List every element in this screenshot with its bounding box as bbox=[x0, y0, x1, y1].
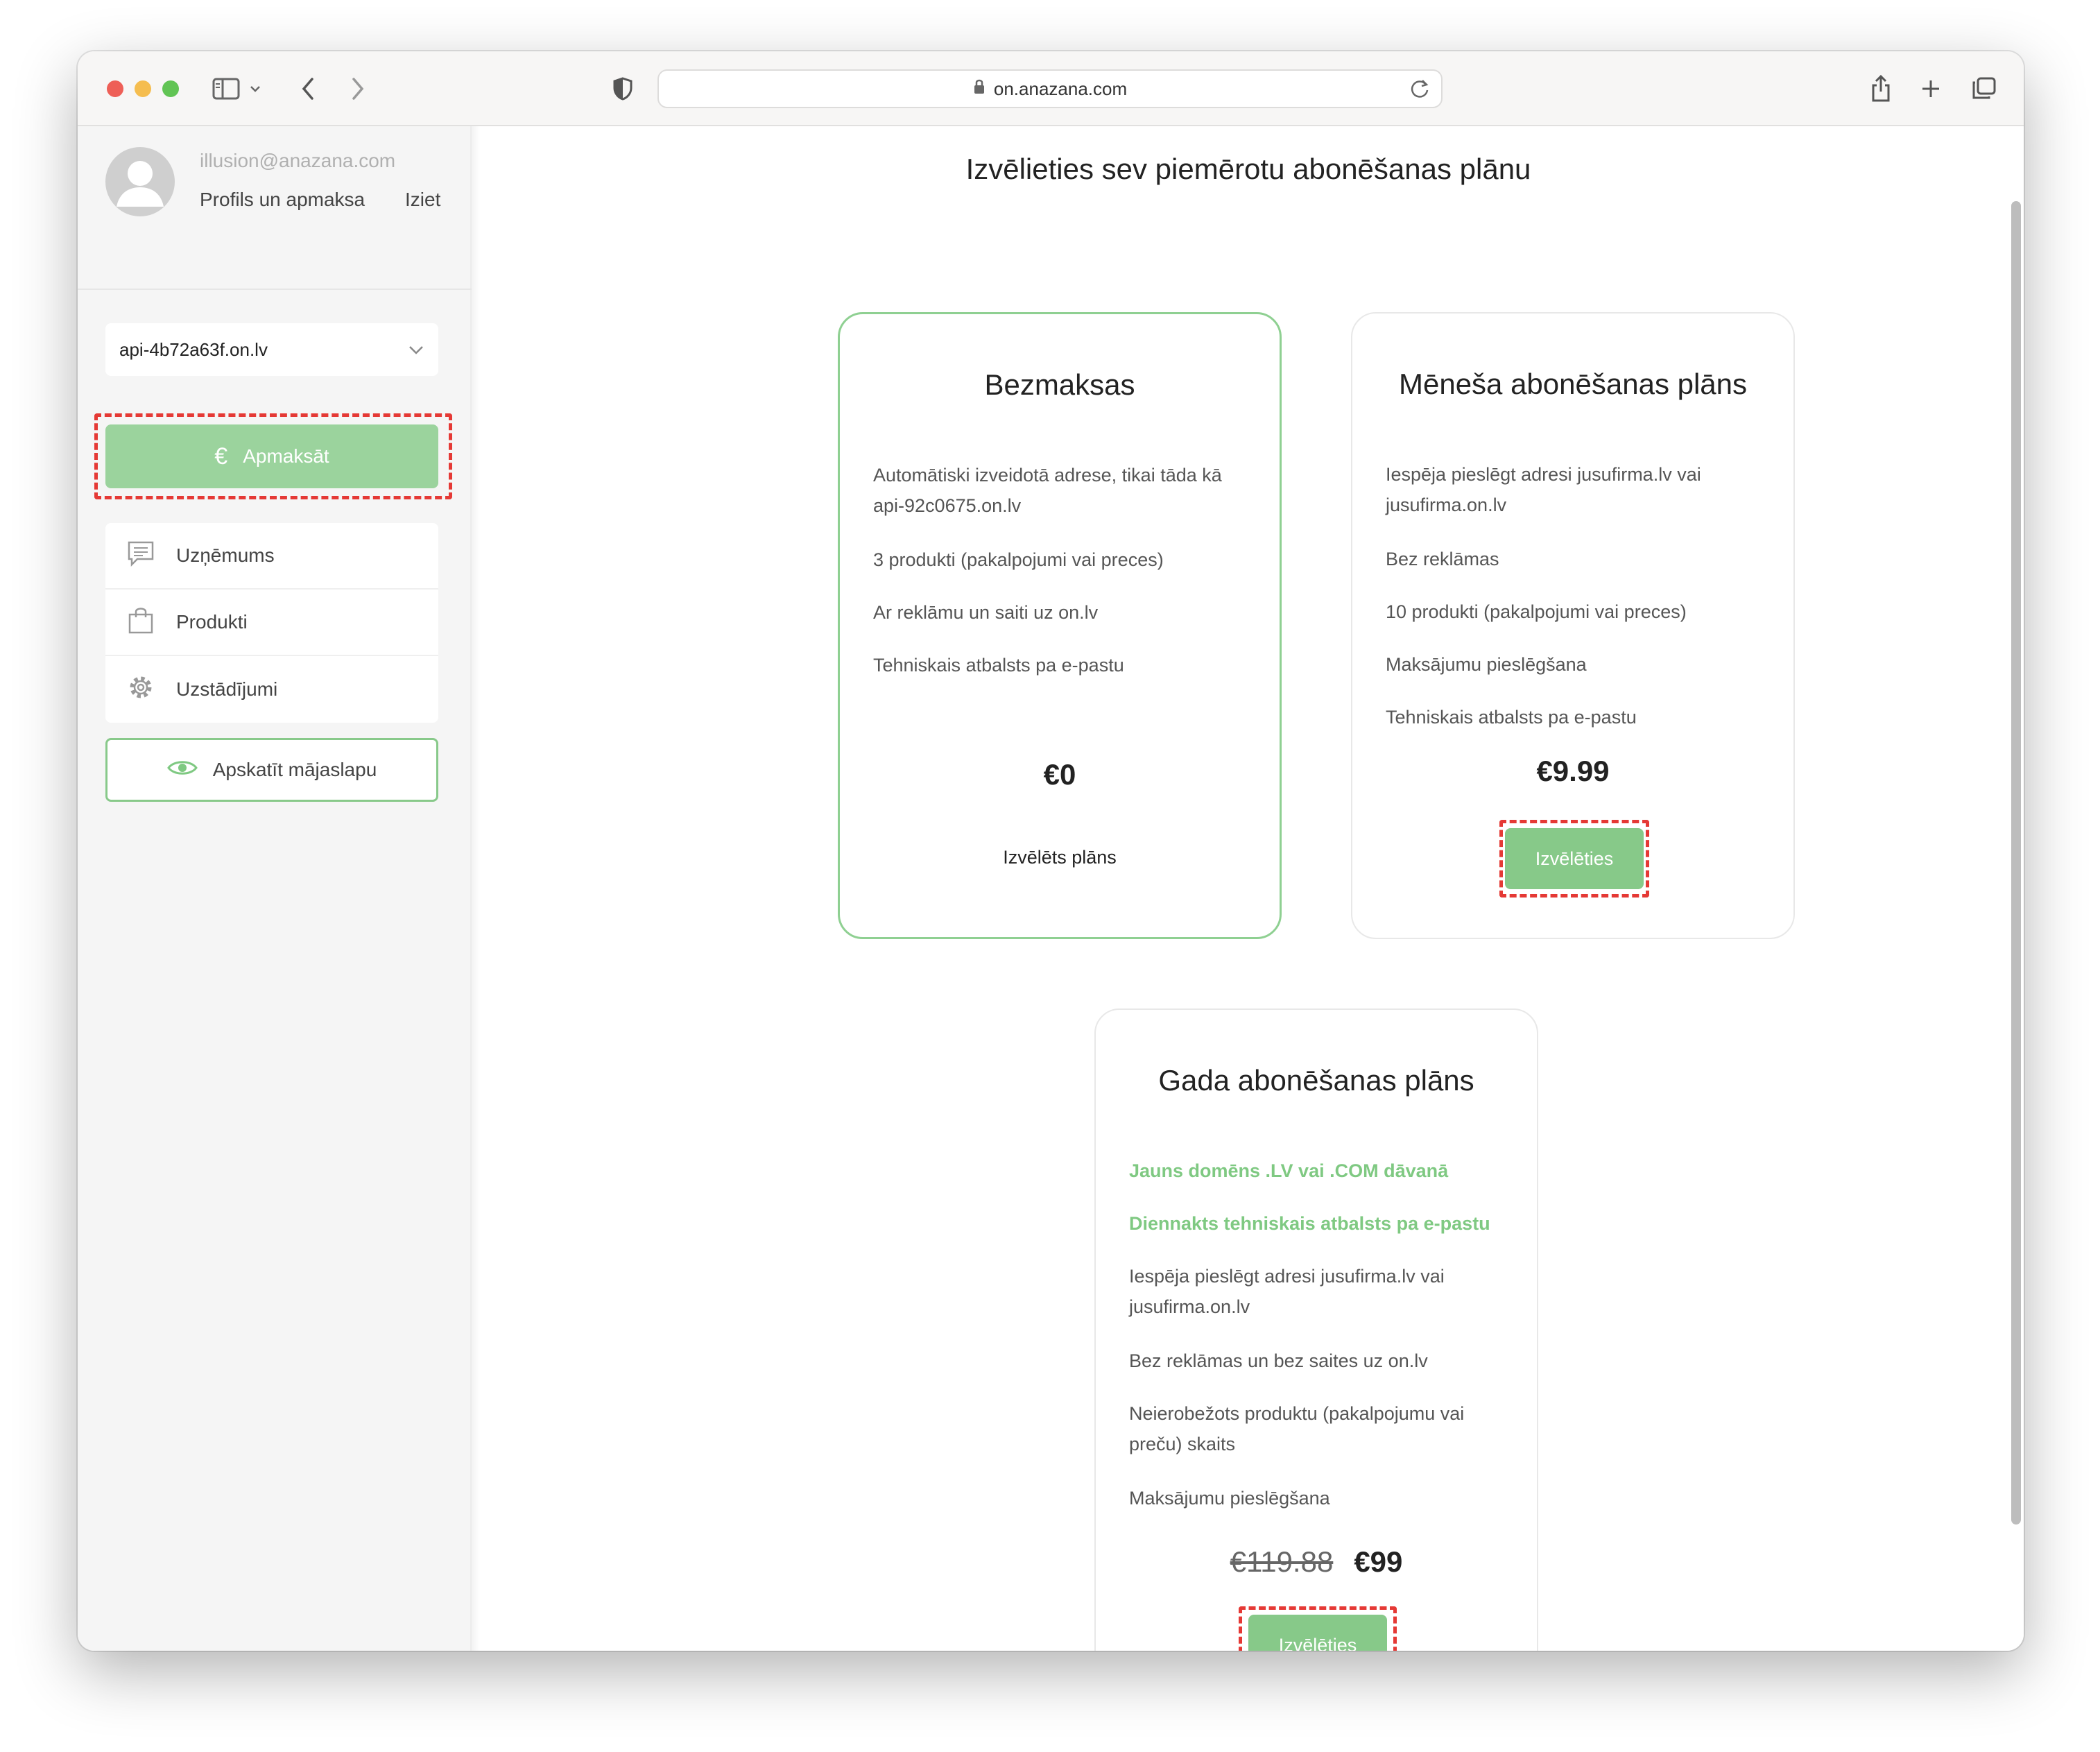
plan-feature: 10 produkti (pakalpojumi vai preces) bbox=[1386, 601, 1687, 622]
pay-button[interactable]: € Apmaksāt bbox=[105, 424, 438, 488]
plan-highlight-feature: Diennakts tehniskais atbalsts pa e-pastu bbox=[1129, 1213, 1490, 1234]
user-email: illusion@anazana.com bbox=[200, 150, 396, 171]
sidebar-item-settings[interactable]: Uzstādījumi bbox=[105, 656, 438, 723]
plan-price: €9.99 bbox=[1536, 755, 1610, 787]
plan-feature: Maksājumu pieslēgšana bbox=[1386, 654, 1587, 675]
close-window-button[interactable] bbox=[107, 80, 123, 97]
url-text: on.anazana.com bbox=[993, 78, 1128, 99]
main-content: Izvēlieties sev piemērotu abonēšanas plā… bbox=[481, 126, 2024, 1651]
profile-block: illusion@anazana.com Profils un apmaksa … bbox=[105, 147, 452, 222]
plan-feature: Automātiski izveidotā adrese, tikai tāda… bbox=[873, 465, 1222, 516]
scrollbar[interactable] bbox=[2011, 201, 2021, 1525]
plan-price: €0 bbox=[1043, 758, 1076, 791]
plan-card-yearly: Gada abonēšanas plāns Jauns domēns .LV v… bbox=[1094, 1008, 1538, 1651]
browser-window: on.anazana.com illusion@anazana.com Prof… bbox=[78, 51, 2024, 1651]
choose-yearly-button[interactable]: Izvēlēties bbox=[1248, 1615, 1387, 1651]
avatar bbox=[105, 147, 175, 216]
plan-feature: Ar reklāmu un saiti uz on.lv bbox=[873, 602, 1099, 623]
plan-feature: Tehniskais atbalsts pa e-pastu bbox=[873, 655, 1124, 676]
new-tab-icon[interactable] bbox=[1917, 68, 1945, 110]
tab-overview-icon[interactable] bbox=[1968, 68, 1999, 110]
plan-card-monthly: Mēneša abonēšanas plāns Iespēja pieslēgt… bbox=[1351, 312, 1795, 939]
sidebar: illusion@anazana.com Profils un apmaksa … bbox=[78, 126, 472, 1651]
sidebar-item-products[interactable]: Produkti bbox=[105, 590, 438, 656]
plan-price: €99 bbox=[1354, 1545, 1403, 1578]
logout-link[interactable]: Iziet bbox=[405, 189, 440, 211]
plan-price-row: €119.88 €99 bbox=[1096, 1545, 1537, 1579]
forward-icon[interactable] bbox=[344, 68, 372, 110]
plan-feature: Iespēja pieslēgt adresi jusufirma.lv vai… bbox=[1386, 464, 1701, 515]
shopping-bag-icon bbox=[126, 606, 155, 639]
plan-feature: Maksājumu pieslēgšana bbox=[1129, 1488, 1330, 1509]
minimize-window-button[interactable] bbox=[135, 80, 151, 97]
back-icon[interactable] bbox=[294, 68, 322, 110]
plan-feature: Tehniskais atbalsts pa e-pastu bbox=[1386, 707, 1637, 728]
eye-icon bbox=[166, 758, 198, 782]
sidebar-shadow bbox=[472, 126, 480, 1651]
profile-and-payment-link[interactable]: Profils un apmaksa bbox=[200, 189, 365, 211]
sidebar-toggle-icon[interactable] bbox=[209, 68, 243, 110]
plan-highlight-feature: Jauns domēns .LV vai .COM dāvanā bbox=[1129, 1160, 1449, 1181]
browser-toolbar: on.anazana.com bbox=[78, 51, 2024, 126]
site-select[interactable]: api-4b72a63f.on.lv bbox=[105, 323, 438, 376]
reload-icon[interactable] bbox=[1409, 78, 1430, 105]
chevron-down-icon bbox=[406, 340, 426, 364]
plan-feature: Bez reklāmas un bez saites uz on.lv bbox=[1129, 1350, 1428, 1371]
selected-plan-label: Izvēlēts plāns bbox=[1003, 847, 1117, 868]
plan-feature: Neierobežots produktu (pakalpojumu vai p… bbox=[1129, 1403, 1465, 1454]
old-price: €119.88 bbox=[1230, 1545, 1334, 1578]
divider bbox=[78, 289, 472, 290]
sidebar-menu: Uzņēmums Produkti Uzstādījumi bbox=[105, 523, 438, 723]
plan-feature: Bez reklāmas bbox=[1386, 549, 1499, 569]
view-website-button[interactable]: Apskatīt mājaslapu bbox=[105, 738, 438, 802]
plan-card-free: Bezmaksas Automātiski izveidotā adrese, … bbox=[838, 312, 1282, 939]
view-website-label: Apskatīt mājaslapu bbox=[212, 759, 377, 780]
address-bar[interactable]: on.anazana.com bbox=[657, 69, 1443, 108]
plan-title: Gada abonēšanas plāns bbox=[1158, 1064, 1474, 1097]
site-select-value: api-4b72a63f.on.lv bbox=[119, 338, 268, 360]
page-title: Izvēlieties sev piemērotu abonēšanas plā… bbox=[965, 153, 1531, 185]
lock-icon bbox=[973, 78, 986, 100]
chat-icon bbox=[126, 540, 155, 572]
plan-feature: 3 produkti (pakalpojumi vai preces) bbox=[873, 549, 1164, 570]
plan-feature: Iespēja pieslēgt adresi jusufirma.lv vai… bbox=[1129, 1266, 1445, 1317]
euro-icon: € bbox=[214, 443, 228, 470]
sidebar-item-label: Uzstādījumi bbox=[176, 678, 278, 700]
zoom-window-button[interactable] bbox=[162, 80, 179, 97]
pay-button-label: Apmaksāt bbox=[243, 445, 329, 467]
sidebar-item-label: Uzņēmums bbox=[176, 544, 275, 566]
sidebar-item-company[interactable]: Uzņēmums bbox=[105, 523, 438, 590]
gear-icon bbox=[126, 673, 155, 707]
plan-title: Bezmaksas bbox=[984, 368, 1135, 401]
share-icon[interactable] bbox=[1867, 68, 1895, 110]
sidebar-item-label: Produkti bbox=[176, 611, 248, 633]
choose-monthly-button[interactable]: Izvēlēties bbox=[1505, 828, 1644, 889]
plan-title: Mēneša abonēšanas plāns bbox=[1398, 368, 1748, 400]
shield-icon[interactable] bbox=[609, 68, 637, 110]
chevron-down-icon[interactable] bbox=[247, 68, 264, 110]
